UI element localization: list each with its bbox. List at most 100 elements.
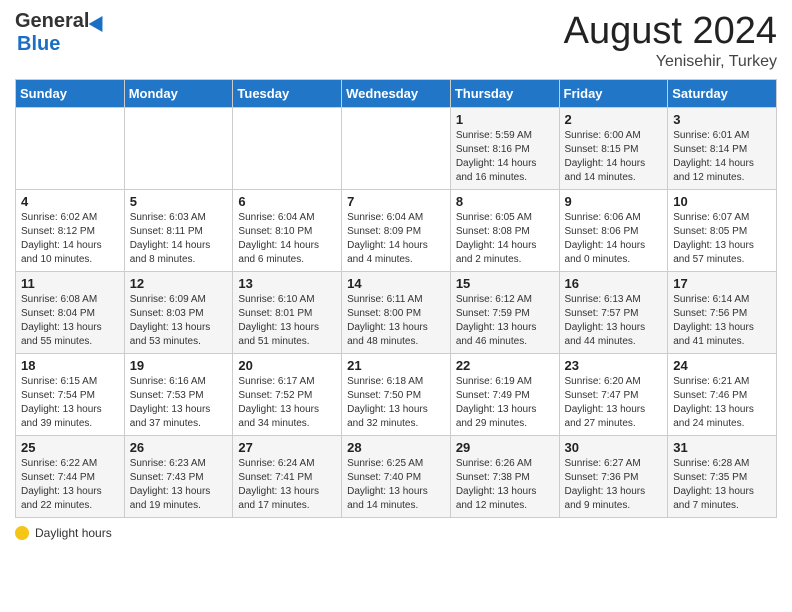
footer: Daylight hours (15, 526, 777, 540)
day-info: Sunrise: 6:28 AM Sunset: 7:35 PM Dayligh… (673, 457, 771, 513)
day-info: Sunrise: 6:21 AM Sunset: 7:46 PM Dayligh… (673, 375, 771, 431)
day-info: Sunrise: 6:03 AM Sunset: 8:11 PM Dayligh… (130, 211, 228, 267)
day-info: Sunrise: 6:25 AM Sunset: 7:40 PM Dayligh… (347, 457, 445, 513)
calendar-cell: 3 Sunrise: 6:01 AM Sunset: 8:14 PM Daylig… (668, 108, 777, 190)
day-info: Sunrise: 6:11 AM Sunset: 8:00 PM Dayligh… (347, 293, 445, 349)
day-info: Sunrise: 6:24 AM Sunset: 7:41 PM Dayligh… (238, 457, 336, 513)
sun-icon (15, 526, 29, 540)
calendar-cell: 18Sunrise: 6:15 AM Sunset: 7:54 PM Dayli… (16, 354, 125, 436)
day-number: 24 (673, 358, 771, 373)
calendar-cell (233, 108, 342, 190)
calendar-cell: 17 Sunrise: 6:14 AM Sunset: 7:56 PM Dayli… (668, 272, 777, 354)
day-number: 3 (673, 112, 771, 127)
calendar-table: SundayMondayTuesdayWednesdayThursdayFrid… (15, 79, 777, 518)
day-number: 9 (565, 194, 663, 209)
day-header-monday: Monday (124, 80, 233, 108)
day-info: Sunrise: 6:00 AM Sunset: 8:15 PM Dayligh… (565, 129, 663, 185)
day-info: Sunrise: 6:16 AM Sunset: 7:53 PM Dayligh… (130, 375, 228, 431)
day-info: Sunrise: 6:09 AM Sunset: 8:03 PM Dayligh… (130, 293, 228, 349)
day-number: 16 (565, 276, 663, 291)
day-number: 4 (21, 194, 119, 209)
day-number: 8 (456, 194, 554, 209)
day-number: 7 (347, 194, 445, 209)
day-info: Sunrise: 6:17 AM Sunset: 7:52 PM Dayligh… (238, 375, 336, 431)
calendar-cell: 22Sunrise: 6:19 AM Sunset: 7:49 PM Dayli… (450, 354, 559, 436)
day-number: 23 (565, 358, 663, 373)
day-number: 29 (456, 440, 554, 455)
calendar-cell: 25 Sunrise: 6:22 AM Sunset: 7:44 PM Dayli… (16, 436, 125, 518)
day-number: 20 (238, 358, 336, 373)
calendar-cell: 9Sunrise: 6:06 AM Sunset: 8:06 PM Daylig… (559, 190, 668, 272)
day-info: Sunrise: 6:12 AM Sunset: 7:59 PM Dayligh… (456, 293, 554, 349)
day-number: 15 (456, 276, 554, 291)
day-number: 13 (238, 276, 336, 291)
title-block: August 2024 Yenisehir, Turkey (564, 10, 777, 71)
calendar-cell: 15 Sunrise: 6:12 AM Sunset: 7:59 PM Dayli… (450, 272, 559, 354)
day-info: Sunrise: 6:22 AM Sunset: 7:44 PM Dayligh… (21, 457, 119, 513)
calendar-cell: 8 Sunrise: 6:05 AM Sunset: 8:08 PM Daylig… (450, 190, 559, 272)
calendar-cell: 26 Sunrise: 6:23 AM Sunset: 7:43 PM Dayli… (124, 436, 233, 518)
day-info: Sunrise: 6:01 AM Sunset: 8:14 PM Dayligh… (673, 129, 771, 185)
logo-triangle (89, 11, 110, 31)
day-info: Sunrise: 6:14 AM Sunset: 7:56 PM Dayligh… (673, 293, 771, 349)
calendar-cell: 24 Sunrise: 6:21 AM Sunset: 7:46 PM Dayli… (668, 354, 777, 436)
logo-blue-text: Blue (17, 33, 60, 56)
day-info: Sunrise: 6:02 AM Sunset: 8:12 PM Dayligh… (21, 211, 119, 267)
calendar-cell: 1 Sunrise: 5:59 AM Sunset: 8:16 PM Daylig… (450, 108, 559, 190)
calendar-cell: 28 Sunrise: 6:25 AM Sunset: 7:40 PM Dayli… (342, 436, 451, 518)
day-header-thursday: Thursday (450, 80, 559, 108)
day-info: Sunrise: 6:07 AM Sunset: 8:05 PM Dayligh… (673, 211, 771, 267)
day-number: 17 (673, 276, 771, 291)
day-header-saturday: Saturday (668, 80, 777, 108)
day-number: 28 (347, 440, 445, 455)
day-number: 25 (21, 440, 119, 455)
logo: General Blue (15, 10, 107, 56)
day-number: 6 (238, 194, 336, 209)
calendar-cell: 4 Sunrise: 6:02 AM Sunset: 8:12 PM Daylig… (16, 190, 125, 272)
calendar-cell: 12 Sunrise: 6:09 AM Sunset: 8:03 PM Dayli… (124, 272, 233, 354)
day-header-sunday: Sunday (16, 80, 125, 108)
day-info: Sunrise: 6:15 AM Sunset: 7:54 PM Dayligh… (21, 375, 119, 431)
calendar-cell: 11 Sunrise: 6:08 AM Sunset: 8:04 PM Dayli… (16, 272, 125, 354)
day-header-friday: Friday (559, 80, 668, 108)
day-number: 22 (456, 358, 554, 373)
day-number: 31 (673, 440, 771, 455)
day-header-tuesday: Tuesday (233, 80, 342, 108)
day-header-wednesday: Wednesday (342, 80, 451, 108)
page-header: General Blue August 2024 Yenisehir, Turk… (15, 10, 777, 71)
day-info: Sunrise: 6:13 AM Sunset: 7:57 PM Dayligh… (565, 293, 663, 349)
day-number: 27 (238, 440, 336, 455)
day-number: 5 (130, 194, 228, 209)
calendar-cell: 20 Sunrise: 6:17 AM Sunset: 7:52 PM Dayli… (233, 354, 342, 436)
day-number: 1 (456, 112, 554, 127)
day-number: 21 (347, 358, 445, 373)
calendar-cell (16, 108, 125, 190)
day-number: 14 (347, 276, 445, 291)
calendar-cell: 10Sunrise: 6:07 AM Sunset: 8:05 PM Dayli… (668, 190, 777, 272)
calendar-cell: 16 Sunrise: 6:13 AM Sunset: 7:57 PM Dayli… (559, 272, 668, 354)
day-info: Sunrise: 6:27 AM Sunset: 7:36 PM Dayligh… (565, 457, 663, 513)
calendar-cell: 5 Sunrise: 6:03 AM Sunset: 8:11 PM Daylig… (124, 190, 233, 272)
day-number: 12 (130, 276, 228, 291)
calendar-cell: 31 Sunrise: 6:28 AM Sunset: 7:35 PM Dayli… (668, 436, 777, 518)
calendar-cell: 2Sunrise: 6:00 AM Sunset: 8:15 PM Daylig… (559, 108, 668, 190)
day-info: Sunrise: 6:04 AM Sunset: 8:10 PM Dayligh… (238, 211, 336, 267)
logo-general: General (15, 10, 89, 33)
day-number: 19 (130, 358, 228, 373)
calendar-cell: 7 Sunrise: 6:04 AM Sunset: 8:09 PM Daylig… (342, 190, 451, 272)
month-title: August 2024 (564, 10, 777, 53)
day-info: Sunrise: 5:59 AM Sunset: 8:16 PM Dayligh… (456, 129, 554, 185)
calendar-cell: 13Sunrise: 6:10 AM Sunset: 8:01 PM Dayli… (233, 272, 342, 354)
day-info: Sunrise: 6:26 AM Sunset: 7:38 PM Dayligh… (456, 457, 554, 513)
day-info: Sunrise: 6:05 AM Sunset: 8:08 PM Dayligh… (456, 211, 554, 267)
calendar-cell: 29 Sunrise: 6:26 AM Sunset: 7:38 PM Dayli… (450, 436, 559, 518)
calendar-cell (124, 108, 233, 190)
day-info: Sunrise: 6:04 AM Sunset: 8:09 PM Dayligh… (347, 211, 445, 267)
day-number: 26 (130, 440, 228, 455)
calendar-cell: 19 Sunrise: 6:16 AM Sunset: 7:53 PM Dayli… (124, 354, 233, 436)
day-number: 30 (565, 440, 663, 455)
day-number: 11 (21, 276, 119, 291)
daylight-label: Daylight hours (35, 526, 112, 540)
day-info: Sunrise: 6:23 AM Sunset: 7:43 PM Dayligh… (130, 457, 228, 513)
day-info: Sunrise: 6:08 AM Sunset: 8:04 PM Dayligh… (21, 293, 119, 349)
